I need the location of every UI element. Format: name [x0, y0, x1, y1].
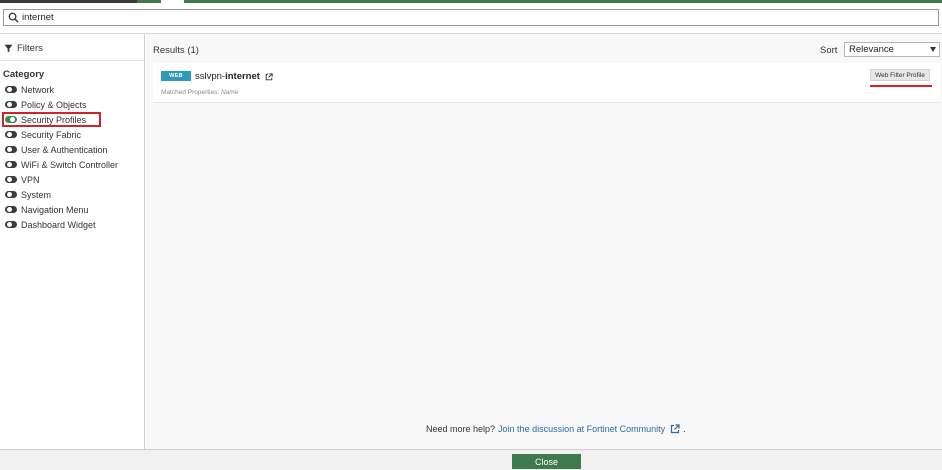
close-button[interactable]: Close — [512, 454, 581, 469]
sidebar-divider — [0, 60, 144, 61]
top-strip — [0, 0, 942, 3]
toggle-switch[interactable] — [5, 176, 17, 183]
toggle-switch[interactable] — [5, 131, 17, 138]
toggle-switch[interactable] — [5, 146, 17, 153]
matched-properties-label: Matched Properties: — [161, 89, 220, 96]
category-item-user-authentication[interactable]: User & Authentication — [5, 142, 118, 157]
toggle-switch[interactable] — [5, 206, 17, 213]
filter-icon — [4, 44, 13, 53]
result-type-tag: Web Filter Profile — [870, 69, 930, 81]
help-footer: Need more help? Join the discussion at F… — [426, 424, 686, 434]
category-item-label: VPN — [21, 174, 40, 185]
community-link[interactable]: Join the discussion at Fortinet Communit… — [498, 424, 665, 434]
category-item-security-fabric[interactable]: Security Fabric — [5, 127, 118, 142]
result-name-prefix: sslvpn- — [195, 71, 226, 82]
category-item-wifi-switch-controller[interactable]: WiFi & Switch Controller — [5, 157, 118, 172]
category-item-label: WiFi & Switch Controller — [21, 159, 119, 170]
top-strip-accent — [137, 0, 161, 3]
search-input[interactable] — [22, 10, 902, 25]
category-item-label: System — [21, 189, 52, 200]
toggle-switch[interactable] — [5, 221, 17, 228]
result-name-match: internet — [225, 71, 260, 82]
annotation-highlight-box — [2, 112, 101, 127]
annotation-underline — [870, 85, 932, 87]
category-item-label: Policy & Objects — [21, 99, 87, 110]
category-item-navigation-menu[interactable]: Navigation Menu — [5, 202, 118, 217]
filters-sidebar: Filters Category Network Policy & Object… — [0, 34, 145, 449]
search-bar[interactable] — [3, 9, 939, 26]
dialog-footer: Close — [0, 449, 942, 470]
external-link-icon[interactable] — [265, 72, 273, 81]
category-item-system[interactable]: System — [5, 187, 118, 202]
category-item-label: Security Fabric — [21, 129, 82, 140]
search-icon — [7, 12, 19, 24]
matched-properties-value: Name — [220, 89, 239, 96]
top-strip-active-tab — [184, 0, 942, 3]
category-item-policy-objects[interactable]: Policy & Objects — [5, 97, 118, 112]
toggle-switch[interactable] — [5, 101, 17, 108]
filters-header[interactable]: Filters — [4, 43, 43, 54]
sort-dropdown[interactable]: Relevance — [844, 42, 940, 57]
toggle-switch[interactable] — [5, 161, 17, 168]
category-item-label: Network — [21, 84, 55, 95]
category-list: Network Policy & Objects Security Profil… — [5, 82, 118, 232]
results-panel: Results (1) Sort Relevance WEB sslvpn-in… — [146, 34, 942, 449]
sort-label: Sort — [820, 45, 838, 56]
top-strip-dark — [0, 0, 137, 3]
result-title[interactable]: sslvpn-internet — [195, 71, 273, 82]
category-item-label: Navigation Menu — [21, 204, 89, 215]
category-item-network[interactable]: Network — [5, 82, 118, 97]
category-item-dashboard-widget[interactable]: Dashboard Widget — [5, 217, 118, 232]
matched-properties: Matched Properties: Name — [161, 89, 238, 96]
toggle-switch[interactable] — [5, 191, 17, 198]
help-suffix: . — [683, 424, 686, 434]
category-item-vpn[interactable]: VPN — [5, 172, 118, 187]
toggle-switch[interactable] — [5, 86, 17, 93]
result-item[interactable]: WEB sslvpn-internet Matched Properties: … — [153, 63, 940, 103]
category-badge: WEB — [161, 71, 191, 81]
external-link-icon[interactable] — [670, 424, 680, 434]
category-item-label: Dashboard Widget — [21, 219, 96, 230]
results-count: Results (1) — [153, 45, 199, 56]
sort-dropdown-value: Relevance — [849, 44, 894, 55]
caret-down-icon — [930, 47, 936, 52]
help-text: Need more help? — [426, 424, 496, 434]
category-item-label: User & Authentication — [21, 144, 108, 155]
filters-label: Filters — [17, 43, 43, 54]
category-heading: Category — [3, 69, 45, 80]
